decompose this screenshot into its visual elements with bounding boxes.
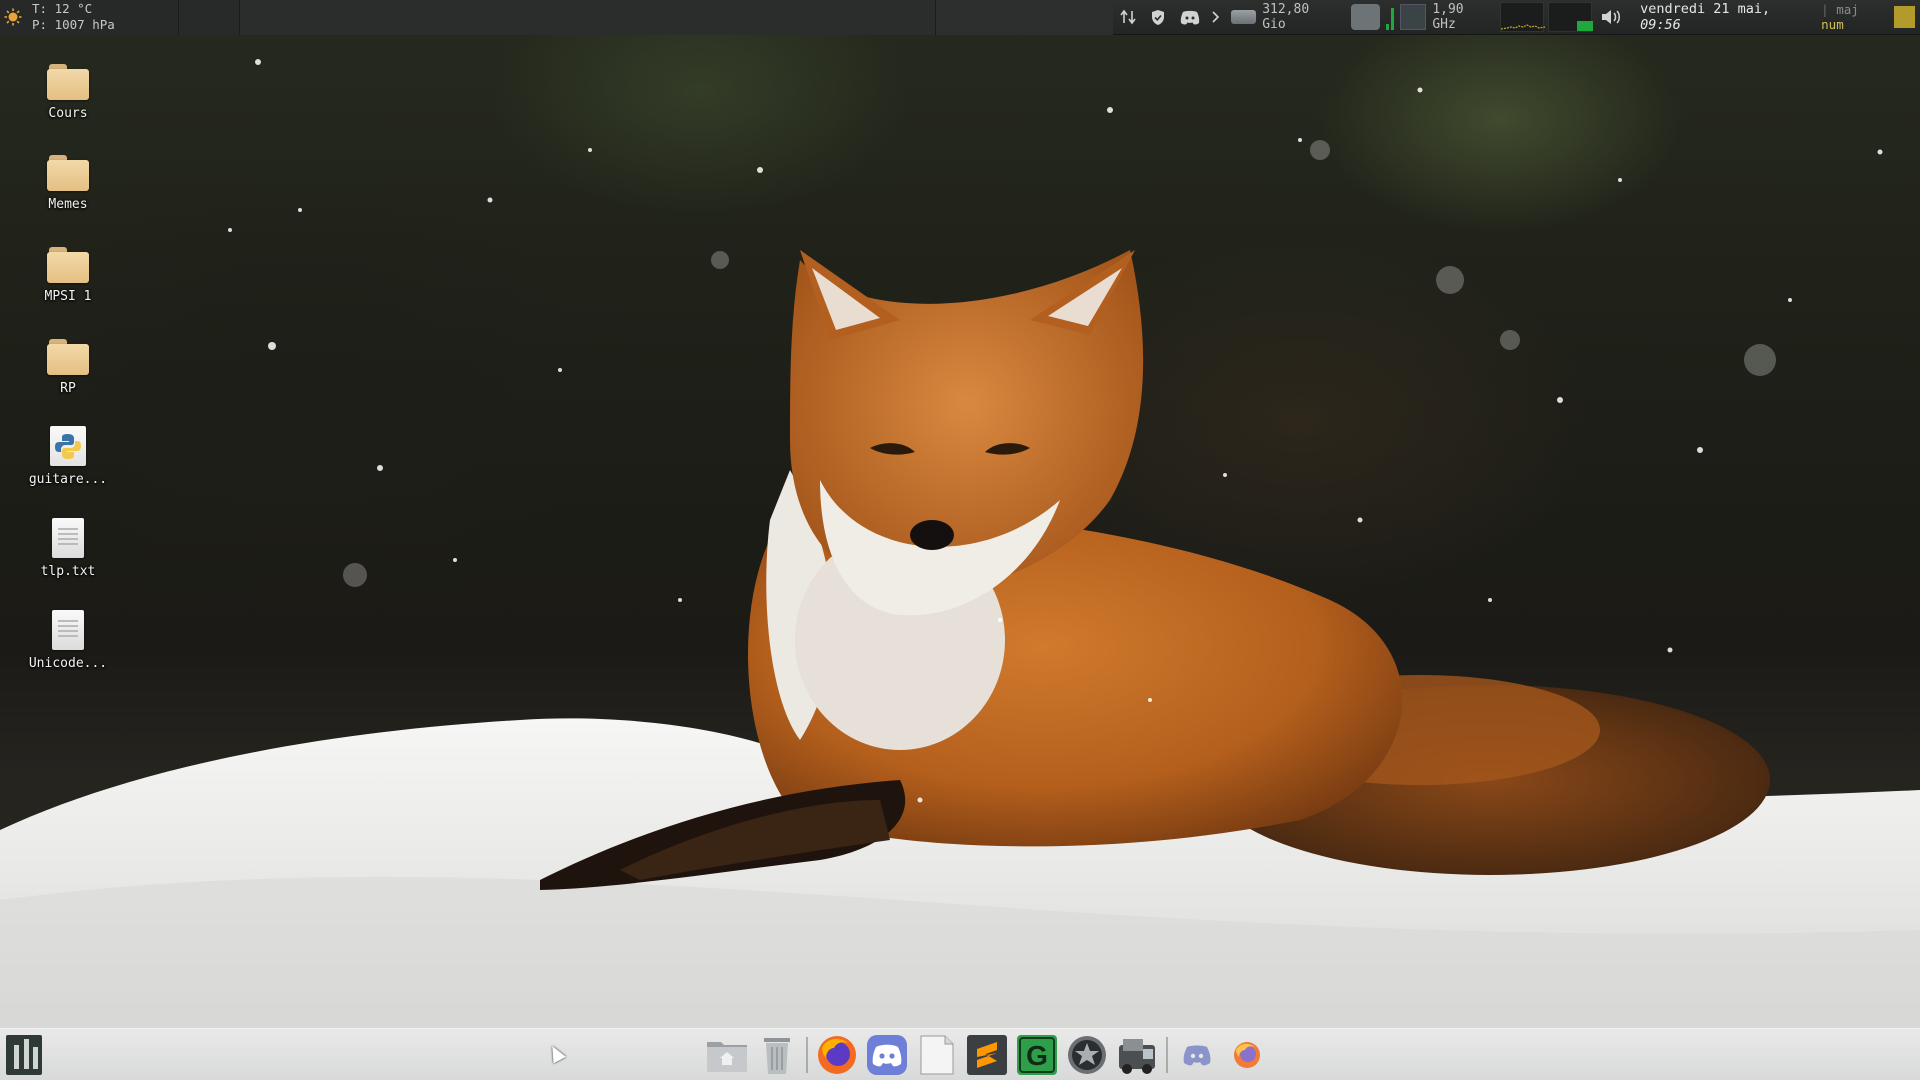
cpu-frequency-widget[interactable]: 1,90 GHz [1394, 2, 1498, 32]
home-folder-icon[interactable] [705, 1033, 749, 1077]
desktop-icon-label: Cours [48, 106, 88, 121]
cpu-load-bars [1385, 4, 1394, 30]
top-panel: T: 12 °C P: 1007 hPa 312,80 Gio 1,90 GHz… [0, 0, 1920, 35]
show-desktop-button[interactable] [1893, 6, 1915, 28]
separator: | [1821, 2, 1829, 17]
disk-usage-widget[interactable]: 312,80 Gio [1223, 2, 1344, 32]
folder-icon [47, 247, 89, 283]
python-file-icon [50, 426, 86, 466]
fox-in-snow-image [0, 59, 1920, 1080]
chevron-right-icon[interactable] [1207, 0, 1223, 35]
cpu-temp-icon[interactable] [1350, 4, 1380, 30]
hard-drive-icon [1231, 10, 1257, 24]
cpu-frequency: 1,90 GHz [1432, 2, 1464, 32]
discord-icon[interactable] [1173, 0, 1207, 35]
desktop-icon-cours[interactable]: Cours [22, 64, 114, 121]
g-app-icon[interactable]: G [1015, 1033, 1059, 1077]
disk-free-space: 312,80 Gio [1262, 2, 1310, 32]
speaker-icon[interactable] [1594, 0, 1630, 35]
trash-icon[interactable] [755, 1033, 799, 1077]
folder-icon [47, 155, 89, 191]
app-menu-icon[interactable] [6, 1035, 42, 1075]
firefox-icon[interactable] [815, 1033, 859, 1077]
firefox-running-icon[interactable] [1225, 1033, 1269, 1077]
bottom-dock: G [0, 1028, 1920, 1080]
game-icon[interactable] [1115, 1033, 1159, 1077]
text-file-icon [52, 518, 84, 558]
sun-icon [4, 8, 22, 26]
steam-icon[interactable] [1065, 1033, 1109, 1077]
panel-segment [935, 0, 1114, 35]
dock-launchers: G [702, 1033, 1272, 1077]
desktop-icon-label: Memes [48, 197, 88, 212]
memory-graph [1548, 2, 1594, 32]
network-arrows-icon[interactable] [1113, 0, 1143, 35]
dock-separator [806, 1037, 808, 1073]
clock-date: vendredi 21 mai, [1640, 1, 1771, 17]
cpu-graph [1499, 2, 1545, 32]
desktop-icon-label: guitare... [28, 472, 108, 487]
desktop-icon-label: tlp.txt [40, 564, 96, 579]
keyboard-lock-indicator: | maj num [1821, 2, 1894, 32]
desktop-icon-rp[interactable]: RP [22, 339, 114, 396]
clock-widget[interactable]: vendredi 21 mai, 09:56 [1630, 1, 1821, 33]
text-editor-icon[interactable] [915, 1033, 959, 1077]
svg-text:G: G [1026, 1040, 1048, 1071]
folder-icon [47, 339, 89, 375]
desktop-icon-memes[interactable]: Memes [22, 155, 114, 212]
desktop-icon-mpsi-1[interactable]: MPSI 1 [22, 247, 114, 304]
shield-icon[interactable] [1143, 0, 1173, 35]
panel-task-area [178, 0, 1114, 35]
text-file-icon [52, 610, 84, 650]
desktop-icon-guitare[interactable]: guitare... [22, 426, 114, 487]
desktop-icon-tlp-txt[interactable]: tlp.txt [22, 518, 114, 579]
desktop-icon-label: MPSI 1 [44, 289, 92, 304]
panel-segment [239, 0, 936, 35]
discord-running-icon[interactable] [1175, 1033, 1219, 1077]
weather-widget[interactable]: T: 12 °C P: 1007 hPa [0, 0, 179, 35]
system-tray: 312,80 Gio 1,90 GHz vendredi 21 mai, 09:… [1113, 0, 1920, 35]
desktop-icon-label: Unicode... [28, 656, 108, 671]
desktop-icon-label: RP [60, 381, 76, 396]
clock-time: 09:56 [1640, 17, 1681, 33]
dock-separator [1166, 1037, 1168, 1073]
num-lock-label: num [1821, 17, 1844, 32]
discord-icon[interactable] [865, 1033, 909, 1077]
caps-lock-label: maj [1836, 2, 1859, 17]
weather-temperature: T: 12 °C [32, 1, 93, 16]
sublime-text-icon[interactable] [965, 1033, 1009, 1077]
desktop-icon-unicode[interactable]: Unicode... [22, 610, 114, 671]
folder-icon [47, 64, 89, 100]
panel-segment [178, 0, 240, 35]
weather-pressure: P: 1007 hPa [32, 17, 115, 32]
cpu-chip-icon [1399, 4, 1427, 30]
desktop-wallpaper [0, 0, 1920, 1080]
